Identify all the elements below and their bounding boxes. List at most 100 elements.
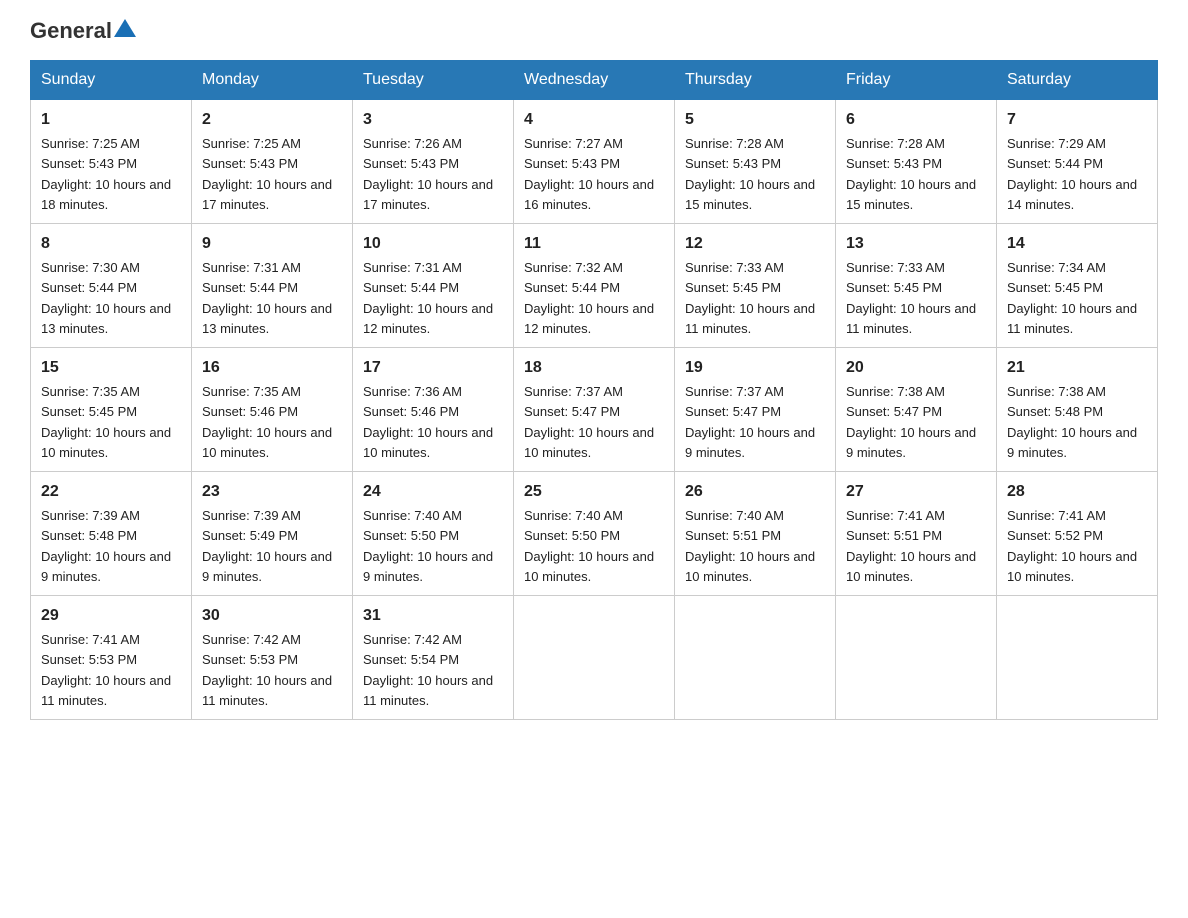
day-number: 13	[846, 232, 986, 256]
header-sunday: Sunday	[31, 61, 192, 100]
page-header: General	[30, 20, 1158, 42]
calendar-cell: 1 Sunrise: 7:25 AMSunset: 5:43 PMDayligh…	[31, 100, 192, 224]
calendar-cell: 4 Sunrise: 7:27 AMSunset: 5:43 PMDayligh…	[514, 100, 675, 224]
day-number: 9	[202, 232, 342, 256]
day-info: Sunrise: 7:40 AMSunset: 5:51 PMDaylight:…	[685, 508, 815, 584]
day-number: 21	[1007, 356, 1147, 380]
calendar-week-row: 29 Sunrise: 7:41 AMSunset: 5:53 PMDaylig…	[31, 596, 1158, 720]
calendar-cell: 27 Sunrise: 7:41 AMSunset: 5:51 PMDaylig…	[836, 472, 997, 596]
day-number: 3	[363, 108, 503, 132]
day-info: Sunrise: 7:25 AMSunset: 5:43 PMDaylight:…	[41, 136, 171, 212]
calendar-cell: 23 Sunrise: 7:39 AMSunset: 5:49 PMDaylig…	[192, 472, 353, 596]
calendar-cell: 14 Sunrise: 7:34 AMSunset: 5:45 PMDaylig…	[997, 224, 1158, 348]
day-number: 25	[524, 480, 664, 504]
calendar-week-row: 1 Sunrise: 7:25 AMSunset: 5:43 PMDayligh…	[31, 100, 1158, 224]
day-info: Sunrise: 7:34 AMSunset: 5:45 PMDaylight:…	[1007, 260, 1137, 336]
calendar-cell: 16 Sunrise: 7:35 AMSunset: 5:46 PMDaylig…	[192, 348, 353, 472]
calendar-cell: 28 Sunrise: 7:41 AMSunset: 5:52 PMDaylig…	[997, 472, 1158, 596]
day-info: Sunrise: 7:40 AMSunset: 5:50 PMDaylight:…	[363, 508, 493, 584]
calendar-week-row: 15 Sunrise: 7:35 AMSunset: 5:45 PMDaylig…	[31, 348, 1158, 472]
day-info: Sunrise: 7:39 AMSunset: 5:48 PMDaylight:…	[41, 508, 171, 584]
day-info: Sunrise: 7:28 AMSunset: 5:43 PMDaylight:…	[685, 136, 815, 212]
calendar-cell: 5 Sunrise: 7:28 AMSunset: 5:43 PMDayligh…	[675, 100, 836, 224]
calendar-cell: 10 Sunrise: 7:31 AMSunset: 5:44 PMDaylig…	[353, 224, 514, 348]
day-info: Sunrise: 7:35 AMSunset: 5:45 PMDaylight:…	[41, 384, 171, 460]
calendar-cell: 13 Sunrise: 7:33 AMSunset: 5:45 PMDaylig…	[836, 224, 997, 348]
day-info: Sunrise: 7:42 AMSunset: 5:53 PMDaylight:…	[202, 632, 332, 708]
calendar-cell	[514, 596, 675, 720]
calendar-cell: 8 Sunrise: 7:30 AMSunset: 5:44 PMDayligh…	[31, 224, 192, 348]
day-number: 6	[846, 108, 986, 132]
calendar-header-row: SundayMondayTuesdayWednesdayThursdayFrid…	[31, 61, 1158, 100]
calendar-cell: 29 Sunrise: 7:41 AMSunset: 5:53 PMDaylig…	[31, 596, 192, 720]
day-info: Sunrise: 7:41 AMSunset: 5:52 PMDaylight:…	[1007, 508, 1137, 584]
header-wednesday: Wednesday	[514, 61, 675, 100]
day-number: 29	[41, 604, 181, 628]
calendar-cell: 17 Sunrise: 7:36 AMSunset: 5:46 PMDaylig…	[353, 348, 514, 472]
day-number: 8	[41, 232, 181, 256]
day-info: Sunrise: 7:36 AMSunset: 5:46 PMDaylight:…	[363, 384, 493, 460]
day-info: Sunrise: 7:31 AMSunset: 5:44 PMDaylight:…	[202, 260, 332, 336]
calendar-cell: 7 Sunrise: 7:29 AMSunset: 5:44 PMDayligh…	[997, 100, 1158, 224]
day-info: Sunrise: 7:41 AMSunset: 5:51 PMDaylight:…	[846, 508, 976, 584]
calendar-cell: 26 Sunrise: 7:40 AMSunset: 5:51 PMDaylig…	[675, 472, 836, 596]
calendar-cell: 15 Sunrise: 7:35 AMSunset: 5:45 PMDaylig…	[31, 348, 192, 472]
day-number: 7	[1007, 108, 1147, 132]
day-info: Sunrise: 7:26 AMSunset: 5:43 PMDaylight:…	[363, 136, 493, 212]
calendar-cell: 24 Sunrise: 7:40 AMSunset: 5:50 PMDaylig…	[353, 472, 514, 596]
calendar-cell: 19 Sunrise: 7:37 AMSunset: 5:47 PMDaylig…	[675, 348, 836, 472]
day-number: 16	[202, 356, 342, 380]
day-info: Sunrise: 7:33 AMSunset: 5:45 PMDaylight:…	[846, 260, 976, 336]
day-info: Sunrise: 7:38 AMSunset: 5:47 PMDaylight:…	[846, 384, 976, 460]
day-number: 11	[524, 232, 664, 256]
day-info: Sunrise: 7:35 AMSunset: 5:46 PMDaylight:…	[202, 384, 332, 460]
day-info: Sunrise: 7:32 AMSunset: 5:44 PMDaylight:…	[524, 260, 654, 336]
calendar-cell: 11 Sunrise: 7:32 AMSunset: 5:44 PMDaylig…	[514, 224, 675, 348]
calendar-cell	[997, 596, 1158, 720]
calendar-cell: 25 Sunrise: 7:40 AMSunset: 5:50 PMDaylig…	[514, 472, 675, 596]
calendar-week-row: 22 Sunrise: 7:39 AMSunset: 5:48 PMDaylig…	[31, 472, 1158, 596]
calendar-cell: 18 Sunrise: 7:37 AMSunset: 5:47 PMDaylig…	[514, 348, 675, 472]
day-info: Sunrise: 7:40 AMSunset: 5:50 PMDaylight:…	[524, 508, 654, 584]
day-info: Sunrise: 7:30 AMSunset: 5:44 PMDaylight:…	[41, 260, 171, 336]
day-info: Sunrise: 7:37 AMSunset: 5:47 PMDaylight:…	[524, 384, 654, 460]
day-info: Sunrise: 7:28 AMSunset: 5:43 PMDaylight:…	[846, 136, 976, 212]
calendar-cell: 30 Sunrise: 7:42 AMSunset: 5:53 PMDaylig…	[192, 596, 353, 720]
header-friday: Friday	[836, 61, 997, 100]
day-info: Sunrise: 7:41 AMSunset: 5:53 PMDaylight:…	[41, 632, 171, 708]
day-info: Sunrise: 7:27 AMSunset: 5:43 PMDaylight:…	[524, 136, 654, 212]
day-number: 27	[846, 480, 986, 504]
day-number: 12	[685, 232, 825, 256]
logo-general: General	[30, 20, 112, 42]
day-number: 19	[685, 356, 825, 380]
day-number: 28	[1007, 480, 1147, 504]
day-info: Sunrise: 7:38 AMSunset: 5:48 PMDaylight:…	[1007, 384, 1137, 460]
logo-triangle-icon	[114, 19, 136, 37]
day-number: 24	[363, 480, 503, 504]
calendar-cell: 9 Sunrise: 7:31 AMSunset: 5:44 PMDayligh…	[192, 224, 353, 348]
day-info: Sunrise: 7:33 AMSunset: 5:45 PMDaylight:…	[685, 260, 815, 336]
day-info: Sunrise: 7:37 AMSunset: 5:47 PMDaylight:…	[685, 384, 815, 460]
day-number: 20	[846, 356, 986, 380]
day-number: 22	[41, 480, 181, 504]
day-number: 23	[202, 480, 342, 504]
day-number: 31	[363, 604, 503, 628]
header-saturday: Saturday	[997, 61, 1158, 100]
day-info: Sunrise: 7:42 AMSunset: 5:54 PMDaylight:…	[363, 632, 493, 708]
day-info: Sunrise: 7:29 AMSunset: 5:44 PMDaylight:…	[1007, 136, 1137, 212]
day-number: 5	[685, 108, 825, 132]
day-number: 15	[41, 356, 181, 380]
calendar-cell	[675, 596, 836, 720]
day-number: 14	[1007, 232, 1147, 256]
header-thursday: Thursday	[675, 61, 836, 100]
calendar-cell: 2 Sunrise: 7:25 AMSunset: 5:43 PMDayligh…	[192, 100, 353, 224]
calendar-cell	[836, 596, 997, 720]
day-number: 18	[524, 356, 664, 380]
day-number: 1	[41, 108, 181, 132]
calendar-cell: 20 Sunrise: 7:38 AMSunset: 5:47 PMDaylig…	[836, 348, 997, 472]
day-number: 2	[202, 108, 342, 132]
day-number: 17	[363, 356, 503, 380]
header-monday: Monday	[192, 61, 353, 100]
day-number: 4	[524, 108, 664, 132]
calendar-cell: 21 Sunrise: 7:38 AMSunset: 5:48 PMDaylig…	[997, 348, 1158, 472]
